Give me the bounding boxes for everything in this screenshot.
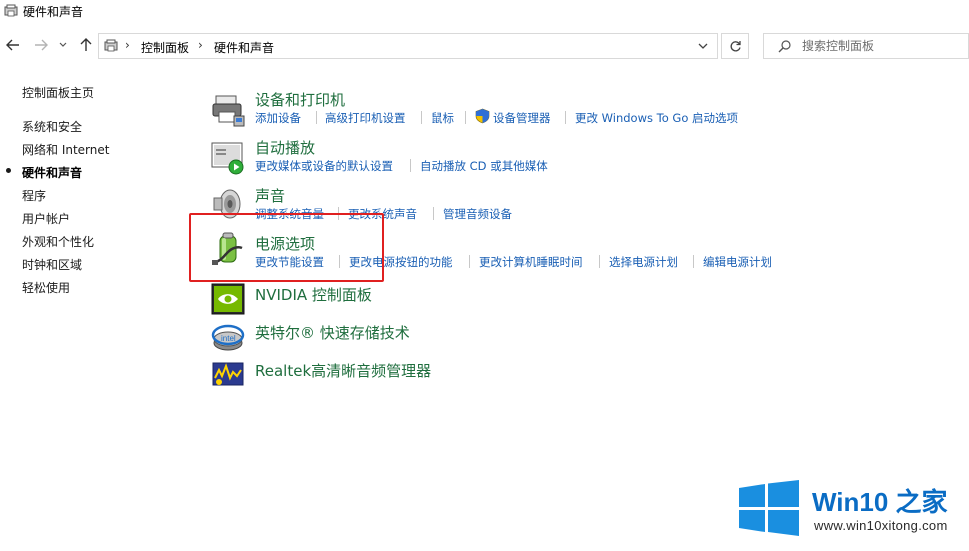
category-nvidia[interactable]: NVIDIA 控制面板 xyxy=(255,284,372,305)
autoplay-icon[interactable] xyxy=(210,139,246,175)
intel-rst-icon[interactable]: intel xyxy=(210,319,246,355)
printer-icon[interactable] xyxy=(210,92,246,128)
search-input[interactable] xyxy=(802,37,962,55)
highlight-box xyxy=(189,213,384,282)
svg-text:intel: intel xyxy=(221,334,236,343)
chevron-down-icon xyxy=(59,42,67,47)
sidebar-item-hardware-sound[interactable]: 硬件和声音 xyxy=(22,164,82,181)
link-edit-power-plan[interactable]: 编辑电源计划 xyxy=(703,254,772,270)
windows-logo-icon xyxy=(739,480,799,536)
nvidia-icon[interactable] xyxy=(210,281,246,317)
breadcrumb-separator-icon: › xyxy=(198,38,203,52)
search-icon xyxy=(778,40,791,53)
link-mouse[interactable]: 鼠标 xyxy=(431,110,454,126)
link-manage-audio-devices[interactable]: 管理音频设备 xyxy=(443,206,512,222)
watermark-url: www.win10xitong.com xyxy=(814,518,948,533)
sidebar-item-ease-of-access[interactable]: 轻松使用 xyxy=(22,279,70,296)
link-windows-to-go[interactable]: 更改 Windows To Go 启动选项 xyxy=(575,110,738,126)
breadcrumb-control-panel[interactable]: 控制面板 xyxy=(141,39,189,56)
link-autoplay-cd[interactable]: 自动播放 CD 或其他媒体 xyxy=(420,158,548,174)
link-divider xyxy=(465,111,466,124)
forward-button[interactable] xyxy=(32,35,50,55)
breadcrumb-hardware-sound[interactable]: 硬件和声音 xyxy=(214,39,274,56)
window-title: 硬件和声音 xyxy=(23,5,84,19)
link-divider xyxy=(421,111,422,124)
sidebar-item-clock-region[interactable]: 时钟和区域 xyxy=(22,256,82,273)
link-divider xyxy=(693,255,694,268)
link-divider xyxy=(599,255,600,268)
navigation-bar: › 控制面板 › 硬件和声音 xyxy=(0,30,969,62)
link-change-media-defaults[interactable]: 更改媒体或设备的默认设置 xyxy=(255,158,393,174)
sidebar-item-programs[interactable]: 程序 xyxy=(22,187,46,204)
sidebar-item-system-security[interactable]: 系统和安全 xyxy=(22,118,82,135)
arrow-up-icon xyxy=(80,38,92,51)
title-bar: 硬件和声音 xyxy=(0,0,969,24)
address-bar[interactable]: › 控制面板 › 硬件和声音 xyxy=(98,33,718,59)
search-box[interactable] xyxy=(763,33,969,59)
refresh-button[interactable] xyxy=(721,33,749,59)
refresh-icon xyxy=(730,40,741,51)
link-divider xyxy=(316,111,317,124)
category-sound[interactable]: 声音 xyxy=(255,185,285,206)
link-change-sleep-time[interactable]: 更改计算机睡眠时间 xyxy=(479,254,583,270)
up-button[interactable] xyxy=(77,35,95,55)
recent-locations-button[interactable] xyxy=(57,35,69,55)
sidebar-item-user-accounts[interactable]: 用户帐户 xyxy=(22,210,70,227)
control-panel-icon xyxy=(104,39,118,52)
link-divider xyxy=(433,207,434,220)
link-advanced-printer-setup[interactable]: 高级打印机设置 xyxy=(325,110,406,126)
sidebar-item-appearance[interactable]: 外观和个性化 xyxy=(22,233,94,250)
link-divider xyxy=(469,255,470,268)
link-divider xyxy=(565,111,566,124)
uac-shield-icon xyxy=(475,108,490,124)
watermark-title: Win10 之家 xyxy=(812,487,948,517)
arrow-right-icon xyxy=(35,39,48,51)
back-button[interactable] xyxy=(4,35,22,55)
chevron-down-icon[interactable] xyxy=(697,38,709,54)
sidebar-item-network[interactable]: 网络和 Internet xyxy=(22,141,109,158)
link-choose-power-plan[interactable]: 选择电源计划 xyxy=(609,254,678,270)
link-add-device[interactable]: 添加设备 xyxy=(255,110,301,126)
category-devices-printers[interactable]: 设备和打印机 xyxy=(255,89,345,110)
category-intel-rst[interactable]: 英特尔® 快速存储技术 xyxy=(255,322,410,343)
active-bullet-icon xyxy=(6,168,11,173)
category-realtek[interactable]: Realtek高清晰音频管理器 xyxy=(255,360,431,381)
arrow-left-icon xyxy=(6,39,19,51)
category-autoplay[interactable]: 自动播放 xyxy=(255,137,315,158)
link-device-manager[interactable]: 设备管理器 xyxy=(493,110,551,126)
link-divider xyxy=(410,159,411,172)
control-panel-hardware-icon xyxy=(4,4,18,17)
sidebar-item-home[interactable]: 控制面板主页 xyxy=(22,84,94,101)
realtek-audio-icon[interactable] xyxy=(210,356,246,392)
breadcrumb-separator-icon: › xyxy=(125,38,130,52)
